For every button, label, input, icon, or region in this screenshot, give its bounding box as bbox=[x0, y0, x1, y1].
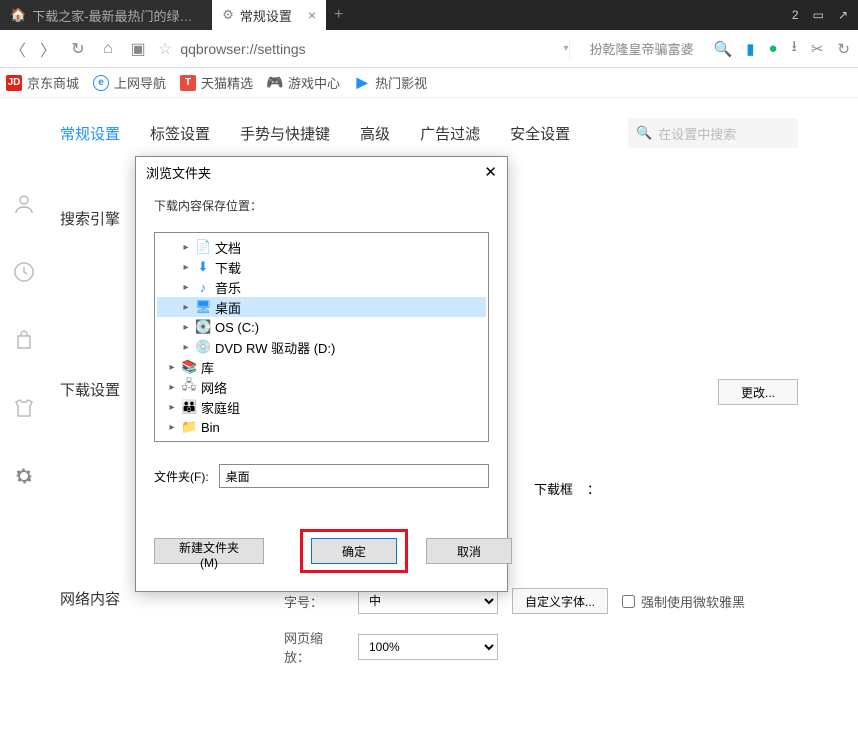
dialog-label: 下载内容保存位置： bbox=[154, 197, 489, 214]
browse-folder-dialog: 浏览文件夹 ✕ 下载内容保存位置： ▸📄文档▸⬇下载▸♪音乐▸🖥桌面▸💽OS (… bbox=[135, 156, 508, 592]
section-network: 网络内容 字号： 中 自定义字体... 强制使用微软雅黑 网页缩放： 100% bbox=[60, 588, 798, 666]
home-icon[interactable]: ⌂ bbox=[98, 39, 118, 59]
tab-title: 下载之家-最新最热门的绿色软件下载 bbox=[32, 6, 202, 25]
new-folder-button[interactable]: 新建文件夹(M) bbox=[154, 538, 264, 564]
url-text: qqbrowser://settings bbox=[180, 41, 305, 57]
search-icon: 🔍 bbox=[636, 125, 652, 141]
e-icon: e bbox=[93, 75, 109, 91]
bookmark-game[interactable]: 🎮游戏中心 bbox=[267, 73, 340, 92]
section-title: 网络内容 bbox=[60, 588, 160, 666]
tree-item[interactable] bbox=[157, 437, 486, 442]
download-popup-label: 下载框 bbox=[534, 479, 573, 498]
tree-item[interactable]: ▸♪音乐 bbox=[157, 277, 486, 297]
person-icon[interactable] bbox=[10, 190, 38, 218]
gear-icon[interactable] bbox=[10, 462, 38, 490]
tree-item[interactable]: ▸💽OS (C:) bbox=[157, 317, 486, 337]
cancel-button[interactable]: 取消 bbox=[426, 538, 512, 564]
tree-item[interactable]: ▸👪家庭组 bbox=[157, 397, 486, 417]
tab-tabs[interactable]: 标签设置 bbox=[150, 123, 210, 144]
tab-title: 常规设置 bbox=[240, 6, 292, 25]
tree-item[interactable]: ▸🖥桌面 bbox=[157, 297, 486, 317]
reload-icon[interactable]: ↻ bbox=[68, 39, 88, 59]
t-icon: T bbox=[180, 75, 196, 91]
tab-advanced[interactable]: 高级 bbox=[360, 123, 390, 144]
menu-icon[interactable]: ▭ bbox=[813, 8, 824, 22]
folder-field-label: 文件夹(F): bbox=[154, 468, 209, 485]
ok-highlight: 确定 bbox=[300, 529, 408, 573]
tree-item[interactable]: ▸🖧网络 bbox=[157, 377, 486, 397]
clock-icon[interactable] bbox=[10, 258, 38, 286]
tab-adblock[interactable]: 广告过滤 bbox=[420, 123, 480, 144]
scissors-icon[interactable]: ✂ bbox=[811, 40, 824, 58]
ok-button[interactable]: 确定 bbox=[311, 538, 397, 564]
force-yahei-checkbox[interactable]: 强制使用微软雅黑 bbox=[622, 592, 745, 611]
shirt-icon[interactable] bbox=[10, 394, 38, 422]
tree-item[interactable]: ▸⬇下载 bbox=[157, 257, 486, 277]
tab-count: 2 bbox=[792, 8, 799, 22]
bookmark-jd[interactable]: JD京东商城 bbox=[6, 73, 79, 92]
folder-tree[interactable]: ▸📄文档▸⬇下载▸♪音乐▸🖥桌面▸💽OS (C:)▸💿DVD RW 驱动器 (D… bbox=[154, 232, 489, 442]
globe-icon: 🏠 bbox=[10, 7, 26, 23]
bookmark-nav[interactable]: e上网导航 bbox=[93, 73, 166, 92]
close-icon[interactable]: ✕ bbox=[484, 163, 497, 181]
fontsize-label: 字号： bbox=[284, 592, 344, 611]
window-actions: 2 ▭ ↗ bbox=[792, 8, 858, 22]
browser-tab-inactive[interactable]: 🏠 下载之家-最新最热门的绿色软件下载 bbox=[0, 0, 212, 30]
jd-icon: JD bbox=[6, 75, 22, 91]
tab-general[interactable]: 常规设置 bbox=[60, 123, 120, 144]
tree-item[interactable]: ▸📄文档 bbox=[157, 237, 486, 257]
zoom-label: 网页缩放： bbox=[284, 628, 344, 666]
tree-item[interactable]: ▸📁Bin bbox=[157, 417, 486, 437]
close-icon[interactable]: × bbox=[308, 7, 316, 23]
settings-tabs: 常规设置 标签设置 手势与快捷键 高级 广告过滤 安全设置 🔍 在设置中搜索 bbox=[60, 118, 798, 148]
settings-search[interactable]: 🔍 在设置中搜索 bbox=[628, 118, 798, 148]
gear-icon: ⚙ bbox=[222, 7, 234, 23]
colon: ： bbox=[587, 479, 600, 498]
phone-icon[interactable]: ▮ bbox=[746, 40, 754, 58]
left-rail bbox=[10, 190, 38, 490]
star-icon[interactable]: ☆ bbox=[158, 39, 172, 59]
dialog-titlebar: 浏览文件夹 ✕ bbox=[136, 157, 507, 187]
refresh-icon[interactable]: ↻ bbox=[837, 40, 850, 58]
window-title-bar: 🏠 下载之家-最新最热门的绿色软件下载 ⚙ 常规设置 × + 2 ▭ ↗ bbox=[0, 0, 858, 30]
bookmark-video[interactable]: ▶热门影视 bbox=[354, 73, 427, 92]
back-icon[interactable]: 〈 bbox=[8, 39, 28, 59]
play-icon: ▶ bbox=[354, 75, 370, 91]
bag-icon[interactable] bbox=[10, 326, 38, 354]
wechat-icon[interactable]: ● bbox=[769, 40, 778, 57]
search-icon[interactable]: 🔍 bbox=[714, 40, 733, 58]
new-tab-button[interactable]: + bbox=[326, 6, 351, 24]
folder-input[interactable] bbox=[219, 464, 489, 488]
restore-icon[interactable]: ↗ bbox=[838, 8, 848, 22]
search-suggestion[interactable]: 扮乾隆皇帝骗富婆 bbox=[580, 39, 704, 58]
tab-security[interactable]: 安全设置 bbox=[510, 123, 570, 144]
tree-item[interactable]: ▸📚库 bbox=[157, 357, 486, 377]
dialog-title: 浏览文件夹 bbox=[146, 163, 211, 182]
tab-gesture[interactable]: 手势与快捷键 bbox=[240, 123, 330, 144]
bookmarks-bar: JD京东商城 e上网导航 T天猫精选 🎮游戏中心 ▶热门影视 bbox=[0, 68, 858, 98]
bookmark-tmall[interactable]: T天猫精选 bbox=[180, 73, 253, 92]
browser-tab-active[interactable]: ⚙ 常规设置 × bbox=[212, 0, 326, 30]
game-icon: 🎮 bbox=[267, 75, 283, 91]
zoom-select[interactable]: 100% bbox=[358, 634, 498, 660]
forward-icon[interactable]: 〉 bbox=[38, 39, 58, 59]
custom-font-button[interactable]: 自定义字体... bbox=[512, 588, 608, 614]
change-button[interactable]: 更改... bbox=[718, 379, 798, 405]
download-icon[interactable]: ⭳ bbox=[792, 36, 797, 61]
chevron-down-icon[interactable]: ▾ bbox=[564, 43, 569, 54]
book-icon[interactable]: ▣ bbox=[128, 39, 148, 59]
browser-toolbar: 〈 〉 ↻ ⌂ ▣ ☆ qqbrowser://settings ▾ 扮乾隆皇帝… bbox=[0, 30, 858, 68]
address-bar[interactable]: ☆ qqbrowser://settings ▾ bbox=[158, 39, 570, 59]
search-placeholder: 在设置中搜索 bbox=[658, 124, 736, 143]
tree-item[interactable]: ▸💿DVD RW 驱动器 (D:) bbox=[157, 337, 486, 357]
